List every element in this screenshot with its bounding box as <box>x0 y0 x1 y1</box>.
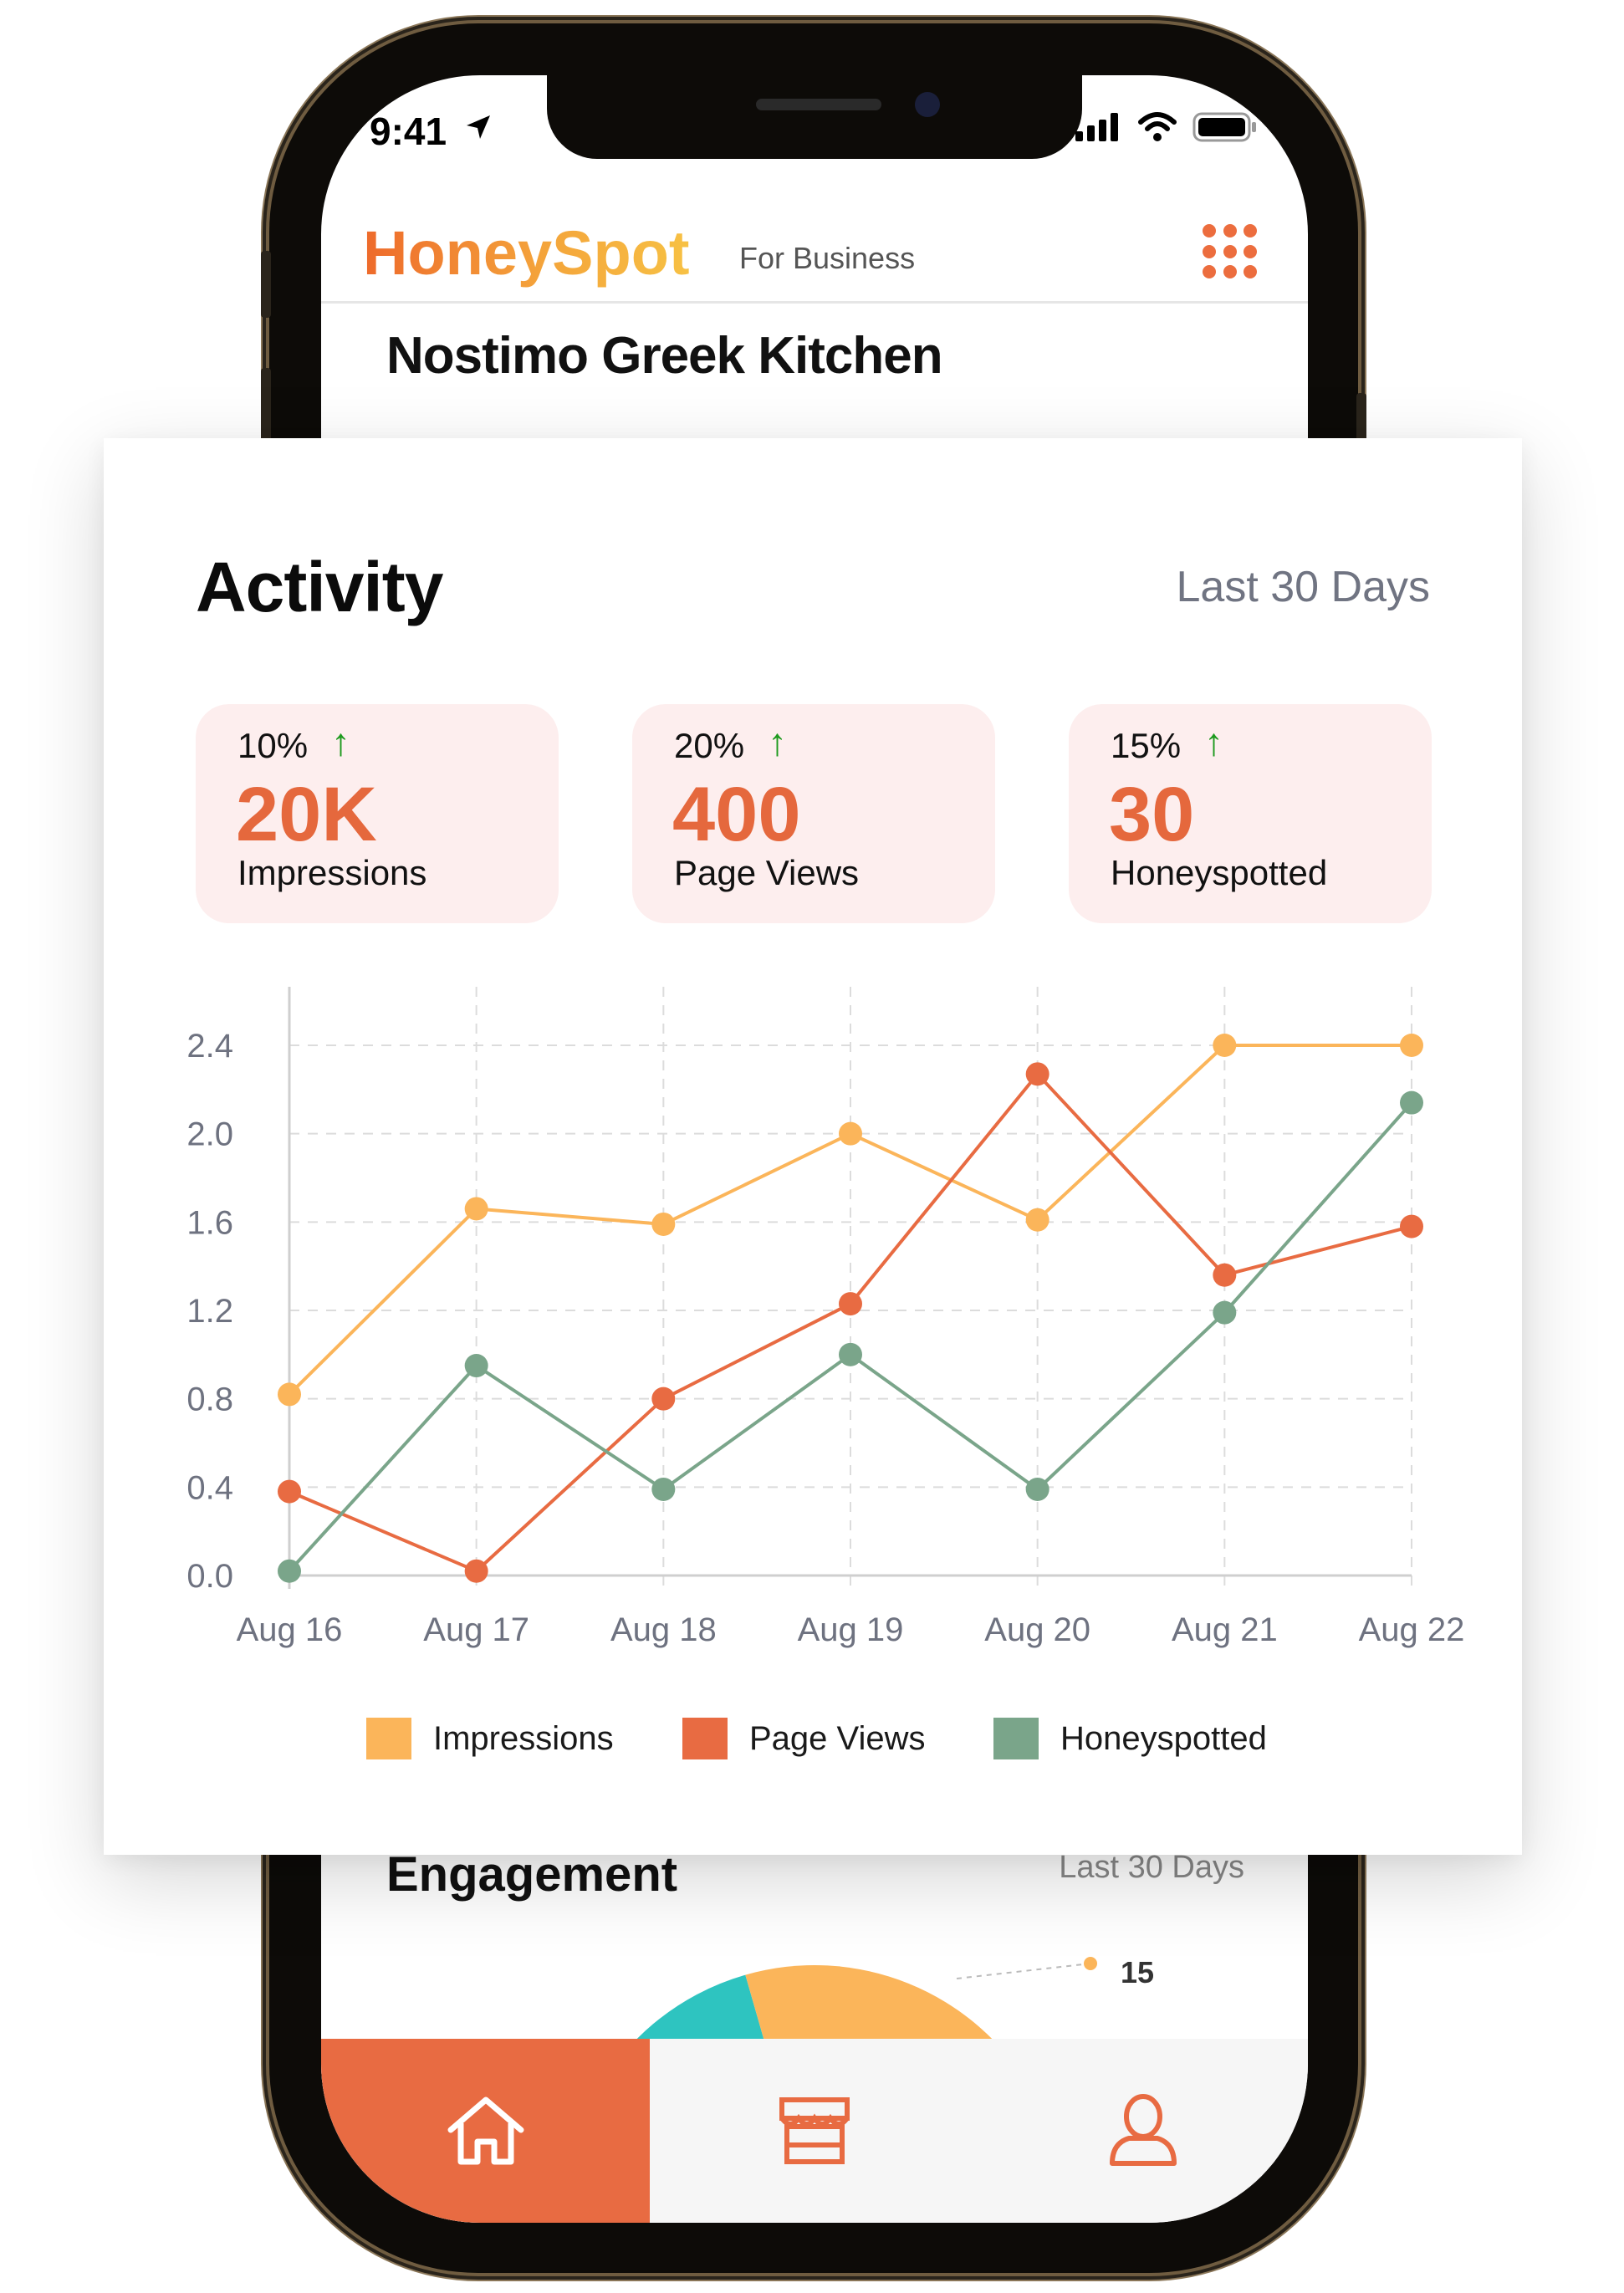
tab-home[interactable] <box>321 2039 651 2223</box>
x-tick-label: Aug 21 <box>1172 1611 1278 1648</box>
data-point <box>1213 1034 1237 1057</box>
legend-item-impressions[interactable]: Impressions <box>366 1718 614 1759</box>
legend-swatch <box>993 1718 1039 1759</box>
data-point <box>278 1479 301 1504</box>
data-point <box>464 1197 488 1221</box>
legend-label: Honeyspotted <box>1060 1719 1267 1757</box>
data-point <box>839 1121 862 1146</box>
data-point <box>651 1212 676 1236</box>
data-point <box>1025 1208 1049 1232</box>
y-tick-label: 0.4 <box>186 1469 233 1506</box>
data-point <box>839 1292 862 1316</box>
data-point <box>839 1342 862 1366</box>
profile-icon <box>1110 2094 1177 2166</box>
y-tick-label: 2.4 <box>186 1028 233 1065</box>
phone-side-button <box>261 251 271 318</box>
activity-line-chart: 0.0 0.4 0.8 1.2 1.6 2.0 2.4 Aug 16 Aug 17 Aug 18 A… <box>186 987 1465 1648</box>
y-tick-label: 0.0 <box>186 1558 233 1595</box>
y-tick-label: 0.8 <box>186 1381 233 1418</box>
data-point <box>464 1559 488 1583</box>
y-tick-label: 2.0 <box>186 1116 233 1153</box>
legend-item-honeyspotted[interactable]: Honeyspotted <box>993 1718 1267 1759</box>
data-point <box>1400 1034 1423 1057</box>
tab-bar <box>321 2039 1308 2223</box>
data-point <box>1213 1263 1237 1287</box>
x-tick-label: Aug 16 <box>237 1611 343 1648</box>
legend-label: Page Views <box>749 1719 926 1757</box>
engagement-value-label: 15 <box>1121 1955 1155 1989</box>
store-icon <box>779 2097 850 2164</box>
x-tick-label: Aug 18 <box>610 1611 717 1648</box>
donut-leader-dot <box>1084 1957 1097 1970</box>
data-point <box>1025 1477 1049 1501</box>
y-tick-label: 1.2 <box>186 1293 233 1330</box>
activity-card: Activity Last 30 Days 10% ↑ 20K Impressi… <box>104 438 1522 1855</box>
x-tick-label: Aug 20 <box>984 1611 1090 1648</box>
x-tick-label: Aug 19 <box>798 1611 904 1648</box>
data-point <box>651 1477 676 1501</box>
legend-swatch <box>682 1718 728 1759</box>
legend-item-page-views[interactable]: Page Views <box>682 1718 926 1759</box>
data-point <box>278 1382 301 1407</box>
legend-swatch <box>366 1718 411 1759</box>
x-tick-label: Aug 22 <box>1359 1611 1465 1648</box>
y-tick-label: 1.6 <box>186 1204 233 1241</box>
tab-profile[interactable] <box>979 2039 1308 2223</box>
donut-leader-line <box>956 1963 1091 1979</box>
data-point <box>464 1354 488 1378</box>
data-point <box>278 1559 301 1583</box>
data-point <box>1025 1062 1049 1086</box>
legend-label: Impressions <box>433 1719 614 1757</box>
data-point <box>1400 1090 1423 1115</box>
data-point <box>1400 1214 1423 1238</box>
home-icon <box>447 2096 524 2165</box>
chart-legend: Impressions Page Views Honeyspotted <box>104 1718 1522 1768</box>
tab-store[interactable] <box>650 2039 978 2223</box>
data-point <box>1213 1300 1237 1325</box>
data-point <box>651 1387 676 1411</box>
x-tick-label: Aug 17 <box>423 1611 529 1648</box>
